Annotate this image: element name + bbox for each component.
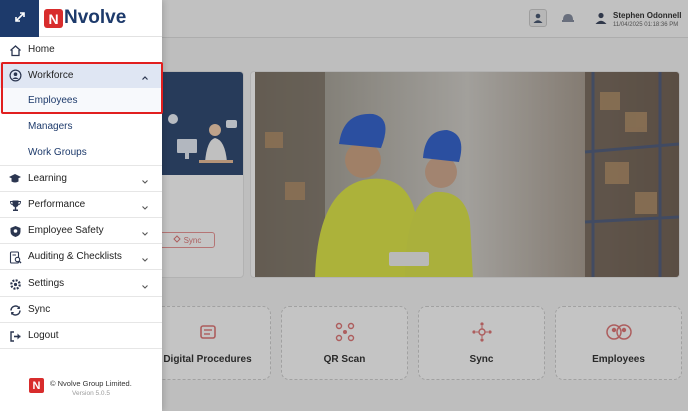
sidebar-subitem-managers[interactable]: Managers bbox=[0, 114, 162, 139]
sidebar-subitem-employees[interactable]: Employees bbox=[0, 88, 162, 113]
chevron-down-icon bbox=[140, 200, 150, 210]
sidebar-item-label: Logout bbox=[28, 330, 59, 341]
sidebar-item-label: Learning bbox=[28, 173, 67, 184]
chevron-up-icon bbox=[140, 70, 150, 80]
sidebar-item-label: Employee Safety bbox=[28, 225, 104, 236]
sidebar-subitem-work-groups[interactable]: Work Groups bbox=[0, 139, 162, 166]
shield-icon bbox=[8, 224, 22, 238]
sidebar-item-workforce[interactable]: Workforce bbox=[0, 63, 162, 88]
sync-icon bbox=[8, 303, 22, 317]
sidebar-item-learning[interactable]: Learning bbox=[0, 166, 162, 192]
collapse-arrows-icon bbox=[14, 10, 26, 28]
sidebar-item-auditing-checklists[interactable]: Auditing & Checklists bbox=[0, 244, 162, 270]
checklist-search-icon bbox=[8, 250, 22, 264]
sidebar-item-label: Auditing & Checklists bbox=[28, 251, 122, 262]
sidebar-item-label: Settings bbox=[28, 278, 65, 289]
trophy-icon bbox=[8, 198, 22, 212]
sidebar-item-employee-safety[interactable]: Employee Safety bbox=[0, 218, 162, 244]
sidebar-item-home[interactable]: Home bbox=[0, 37, 162, 63]
brand-logo-mark: N bbox=[44, 9, 63, 28]
sidebar-item-logout[interactable]: Logout bbox=[0, 323, 162, 349]
sidebar-item-performance[interactable]: Performance bbox=[0, 192, 162, 218]
collapse-sidebar-button[interactable] bbox=[0, 0, 39, 37]
chevron-down-icon bbox=[140, 226, 150, 236]
brand-name: Nvolve bbox=[64, 7, 127, 28]
chevron-down-icon bbox=[140, 252, 150, 262]
sidebar-header: N Nvolve bbox=[0, 0, 162, 37]
sidebar-item-label: Home bbox=[28, 44, 55, 55]
sidebar-item-sync[interactable]: Sync bbox=[0, 297, 162, 323]
sidebar-subitem-label: Employees bbox=[28, 95, 78, 106]
graduation-cap-icon bbox=[8, 172, 22, 186]
sidebar-item-label: Sync bbox=[28, 304, 51, 315]
version-text: Version 5.0.5 bbox=[72, 390, 110, 397]
copyright-text: © Nvolve Group Limited. bbox=[50, 379, 132, 388]
home-icon bbox=[8, 43, 22, 57]
chevron-down-icon bbox=[140, 279, 150, 289]
logout-icon bbox=[8, 329, 22, 343]
sidebar-item-label: Workforce bbox=[28, 70, 74, 81]
sidebar-subitem-label: Managers bbox=[28, 121, 73, 132]
footer-logo-mark: N bbox=[29, 378, 44, 393]
sidebar-item-settings[interactable]: Settings bbox=[0, 271, 162, 297]
chevron-down-icon bbox=[140, 174, 150, 184]
gear-icon bbox=[8, 277, 22, 291]
user-circle-icon bbox=[8, 68, 22, 82]
sidebar: N Nvolve Home Workforce Employees Manage… bbox=[0, 0, 163, 411]
sidebar-subitem-label: Work Groups bbox=[28, 146, 87, 158]
sidebar-item-label: Performance bbox=[28, 199, 86, 210]
